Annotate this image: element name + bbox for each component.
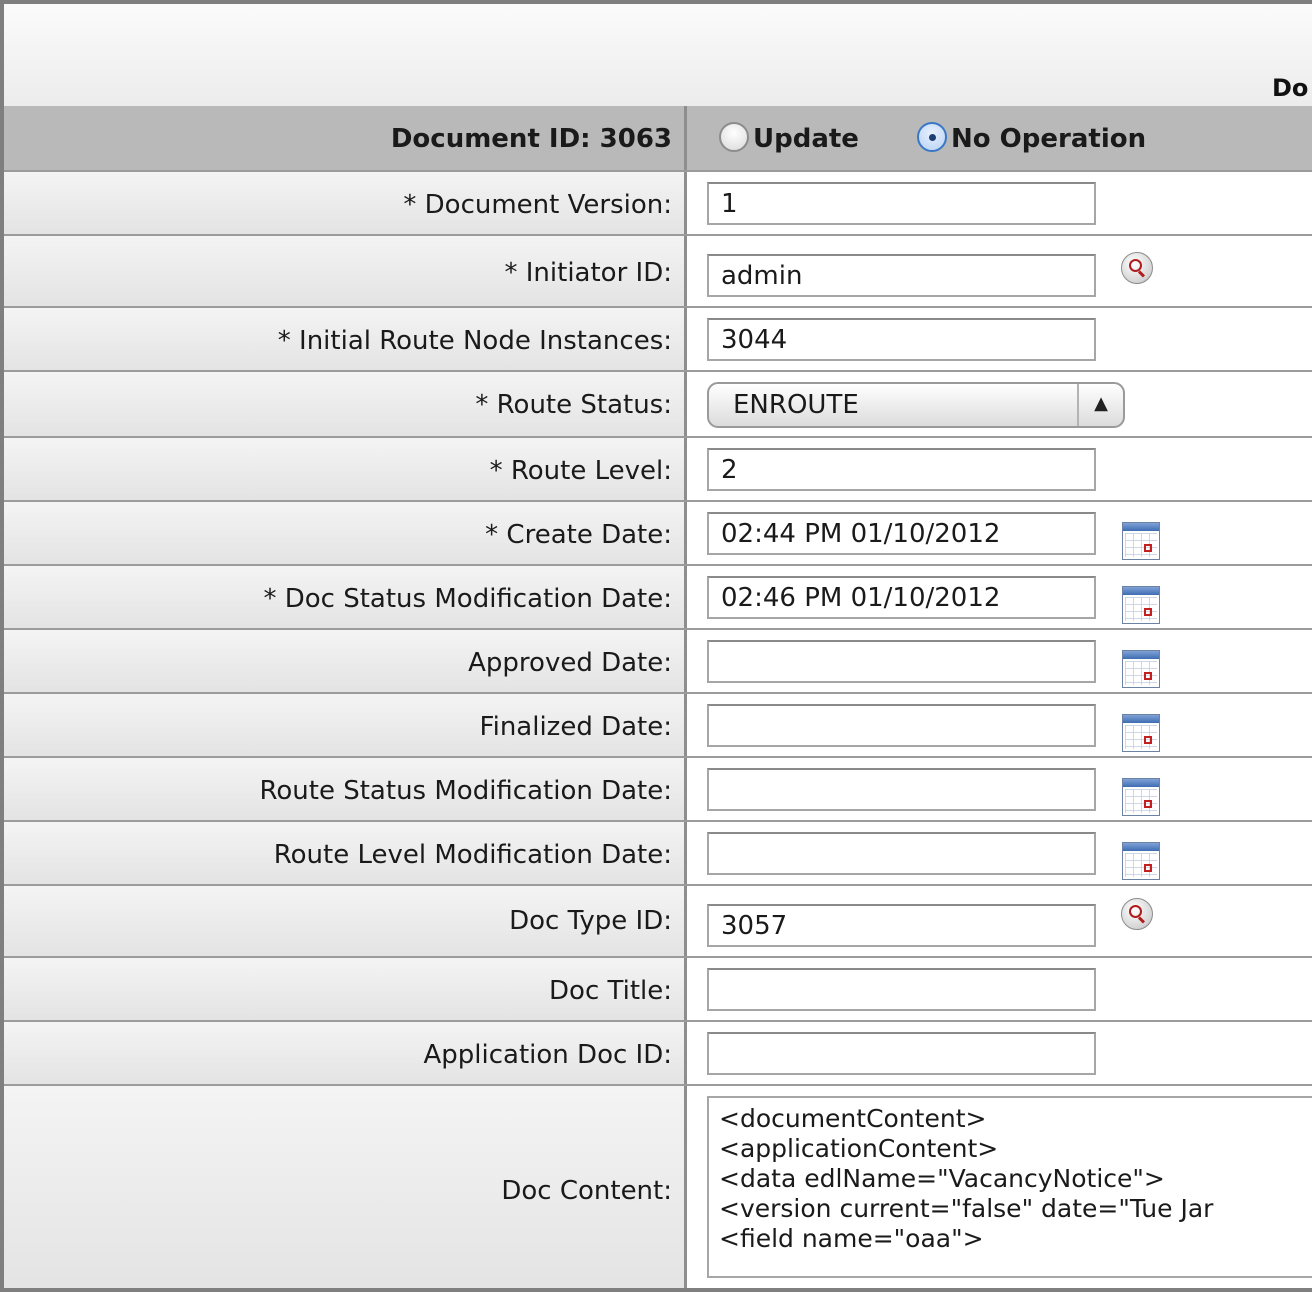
row-route-level: * Route Level: 2: [4, 438, 1312, 502]
row-route-level-mod-date: Route Level Modification Date:: [4, 822, 1312, 886]
row-route-status-mod-date: Route Status Modification Date:: [4, 758, 1312, 822]
application-doc-id-label: Application Doc ID:: [423, 1040, 672, 1070]
route-status-select[interactable]: ENROUTE ▲: [707, 382, 1125, 428]
initial-route-node-label: * Initial Route Node Instances:: [277, 326, 672, 356]
row-initiator-id: * Initiator ID: admin: [4, 236, 1312, 308]
finalized-date-label: Finalized Date:: [479, 712, 672, 742]
create-date-calendar-icon[interactable]: [1122, 522, 1160, 560]
initiator-id-label: * Initiator ID:: [504, 258, 673, 288]
finalized-date-calendar-icon[interactable]: [1122, 714, 1160, 752]
row-route-status: * Route Status: ENROUTE ▲: [4, 372, 1312, 438]
row-create-date: * Create Date: 02:44 PM 01/10/2012: [4, 502, 1312, 566]
route-status-selected: ENROUTE: [733, 390, 859, 420]
initial-route-node-input[interactable]: 3044: [707, 318, 1096, 361]
create-date-label: * Create Date:: [485, 520, 672, 550]
radio-update[interactable]: Update: [719, 122, 859, 154]
doc-status-mod-date-label: * Doc Status Modification Date:: [263, 584, 672, 614]
row-finalized-date: Finalized Date:: [4, 694, 1312, 758]
row-application-doc-id: Application Doc ID:: [4, 1022, 1312, 1086]
radio-update-circle[interactable]: [719, 122, 749, 152]
row-doc-content: Doc Content: <documentContent> <applicat…: [4, 1086, 1312, 1288]
document-id-label: Document ID: 3063: [390, 124, 672, 154]
route-status-mod-date-input[interactable]: [707, 768, 1096, 811]
doc-type-id-input[interactable]: 3057: [707, 904, 1096, 947]
radio-update-label: Update: [753, 124, 859, 154]
panel-title: Do: [1272, 74, 1309, 102]
doc-status-mod-date-calendar-icon[interactable]: [1122, 586, 1160, 624]
row-initial-route-node: * Initial Route Node Instances: 3044: [4, 308, 1312, 372]
panel-title-bar: Do: [4, 4, 1312, 108]
initiator-lookup-magnifier-icon[interactable]: [1121, 252, 1153, 284]
approved-date-label: Approved Date:: [468, 648, 672, 678]
document-form-panel: Do Document ID: 3063 Update No Operation…: [0, 0, 1312, 1292]
row-doc-title: Doc Title:: [4, 958, 1312, 1022]
route-level-label: * Route Level:: [489, 456, 672, 486]
radio-no-operation[interactable]: No Operation: [917, 122, 1146, 154]
radio-no-operation-circle[interactable]: [917, 122, 947, 152]
route-status-mod-date-label: Route Status Modification Date:: [259, 776, 673, 806]
row-doc-status-mod-date: * Doc Status Modification Date: 02:46 PM…: [4, 566, 1312, 630]
document-version-label: * Document Version:: [403, 190, 672, 220]
route-level-mod-date-calendar-icon[interactable]: [1122, 842, 1160, 880]
doc-type-id-label: Doc Type ID:: [509, 906, 672, 936]
route-status-mod-date-calendar-icon[interactable]: [1122, 778, 1160, 816]
row-doc-type-id: Doc Type ID: 3057: [4, 886, 1312, 958]
doc-title-label: Doc Title:: [549, 976, 672, 1006]
row-approved-date: Approved Date:: [4, 630, 1312, 694]
row-document-version: * Document Version: 1: [4, 172, 1312, 236]
approved-date-input[interactable]: [707, 640, 1096, 683]
initiator-id-input[interactable]: admin: [707, 254, 1096, 297]
route-level-mod-date-input[interactable]: [707, 832, 1096, 875]
doc-title-input[interactable]: [707, 968, 1096, 1011]
radio-no-operation-label: No Operation: [951, 124, 1147, 154]
route-level-mod-date-label: Route Level Modification Date:: [273, 840, 672, 870]
application-doc-id-input[interactable]: [707, 1032, 1096, 1075]
doc-content-textarea[interactable]: <documentContent> <applicationContent> <…: [707, 1096, 1312, 1278]
route-status-label: * Route Status:: [475, 390, 672, 420]
document-id-row: Document ID: 3063 Update No Operation: [4, 106, 1312, 172]
finalized-date-input[interactable]: [707, 704, 1096, 747]
route-level-input[interactable]: 2: [707, 448, 1096, 491]
doc-content-label: Doc Content:: [501, 1176, 672, 1206]
doc-type-lookup-magnifier-icon[interactable]: [1121, 898, 1153, 930]
document-version-input[interactable]: 1: [707, 182, 1096, 225]
select-arrows-icon: ▲: [1077, 384, 1123, 426]
create-date-input[interactable]: 02:44 PM 01/10/2012: [707, 512, 1096, 555]
approved-date-calendar-icon[interactable]: [1122, 650, 1160, 688]
doc-status-mod-date-input[interactable]: 02:46 PM 01/10/2012: [707, 576, 1096, 619]
